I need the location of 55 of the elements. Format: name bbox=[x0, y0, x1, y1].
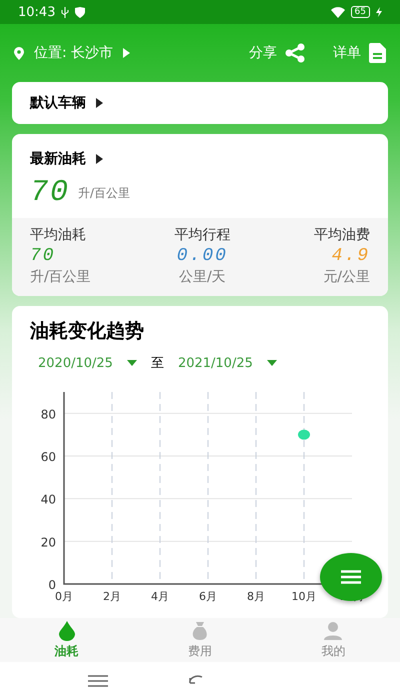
axis-label: 4月 bbox=[151, 590, 169, 603]
axis-label: 40 bbox=[40, 492, 56, 507]
status-time: 10:43 bbox=[18, 4, 56, 20]
caret-icon bbox=[123, 48, 130, 58]
share-label[interactable]: 分享 bbox=[249, 44, 277, 62]
average-label: 平均油耗 bbox=[30, 226, 86, 244]
document-icon[interactable] bbox=[369, 43, 386, 63]
caret-icon bbox=[266, 360, 277, 366]
menu-icon[interactable] bbox=[88, 675, 108, 687]
nav-tab[interactable]: 油耗 bbox=[26, 620, 107, 660]
average-value: 70 bbox=[30, 246, 56, 266]
axis-label: 8月 bbox=[247, 590, 265, 603]
caret-icon bbox=[126, 360, 137, 366]
average-label: 平均油费 bbox=[314, 226, 370, 244]
usb-icon bbox=[61, 6, 70, 18]
axis-label: 0 bbox=[48, 578, 56, 592]
caret-icon bbox=[96, 154, 103, 164]
average-unit: 元/公里 bbox=[323, 268, 370, 286]
nav-tab[interactable]: 费用 bbox=[160, 620, 240, 660]
drop-icon bbox=[58, 620, 76, 640]
latest-title[interactable]: 最新油耗 bbox=[30, 150, 86, 168]
axis-label: 60 bbox=[40, 450, 56, 464]
axis-label: 80 bbox=[40, 407, 56, 422]
share-icon[interactable] bbox=[285, 43, 305, 63]
detail-label[interactable]: 详单 bbox=[333, 44, 361, 62]
average-label: 平均行程 bbox=[174, 226, 230, 244]
axis-label: 2月 bbox=[103, 590, 121, 603]
person-icon bbox=[323, 620, 344, 640]
menu-icon bbox=[341, 570, 361, 584]
latest-unit: 升/百公里 bbox=[78, 184, 130, 202]
wifi-icon bbox=[330, 6, 345, 18]
location-pin-icon bbox=[14, 46, 24, 60]
charging-icon bbox=[376, 7, 382, 17]
axis-label: 6月 bbox=[199, 590, 217, 603]
start-date-dropdown[interactable]: 2020/10/25 bbox=[38, 356, 137, 370]
axis-label: 10月 bbox=[292, 590, 316, 603]
end-date-dropdown[interactable]: 2021/10/25 bbox=[178, 356, 277, 370]
caret-icon bbox=[96, 98, 103, 108]
average-value: 0.00 bbox=[176, 246, 228, 266]
data-point bbox=[298, 430, 310, 440]
axis-label: 20 bbox=[40, 535, 56, 550]
back-icon[interactable] bbox=[188, 675, 204, 687]
vehicle-title: 默认车辆 bbox=[30, 94, 86, 112]
axis-label: 0月 bbox=[55, 590, 73, 603]
battery-level: 65 bbox=[350, 6, 370, 18]
average-value: 4.9 bbox=[332, 246, 370, 266]
average-unit: 公里/天 bbox=[179, 268, 226, 286]
trend-title: 油耗变化趋势 bbox=[28, 319, 145, 344]
location-label[interactable]: 位置: 长沙市 bbox=[34, 44, 114, 62]
range-separator: 至 bbox=[150, 355, 164, 372]
average-unit: 升/百公里 bbox=[30, 268, 91, 286]
shield-icon bbox=[75, 6, 86, 18]
latest-value: 70 bbox=[30, 176, 70, 210]
nav-tab[interactable]: 我的 bbox=[293, 620, 374, 660]
vehicle-card[interactable]: 默认车辆 bbox=[12, 82, 388, 124]
